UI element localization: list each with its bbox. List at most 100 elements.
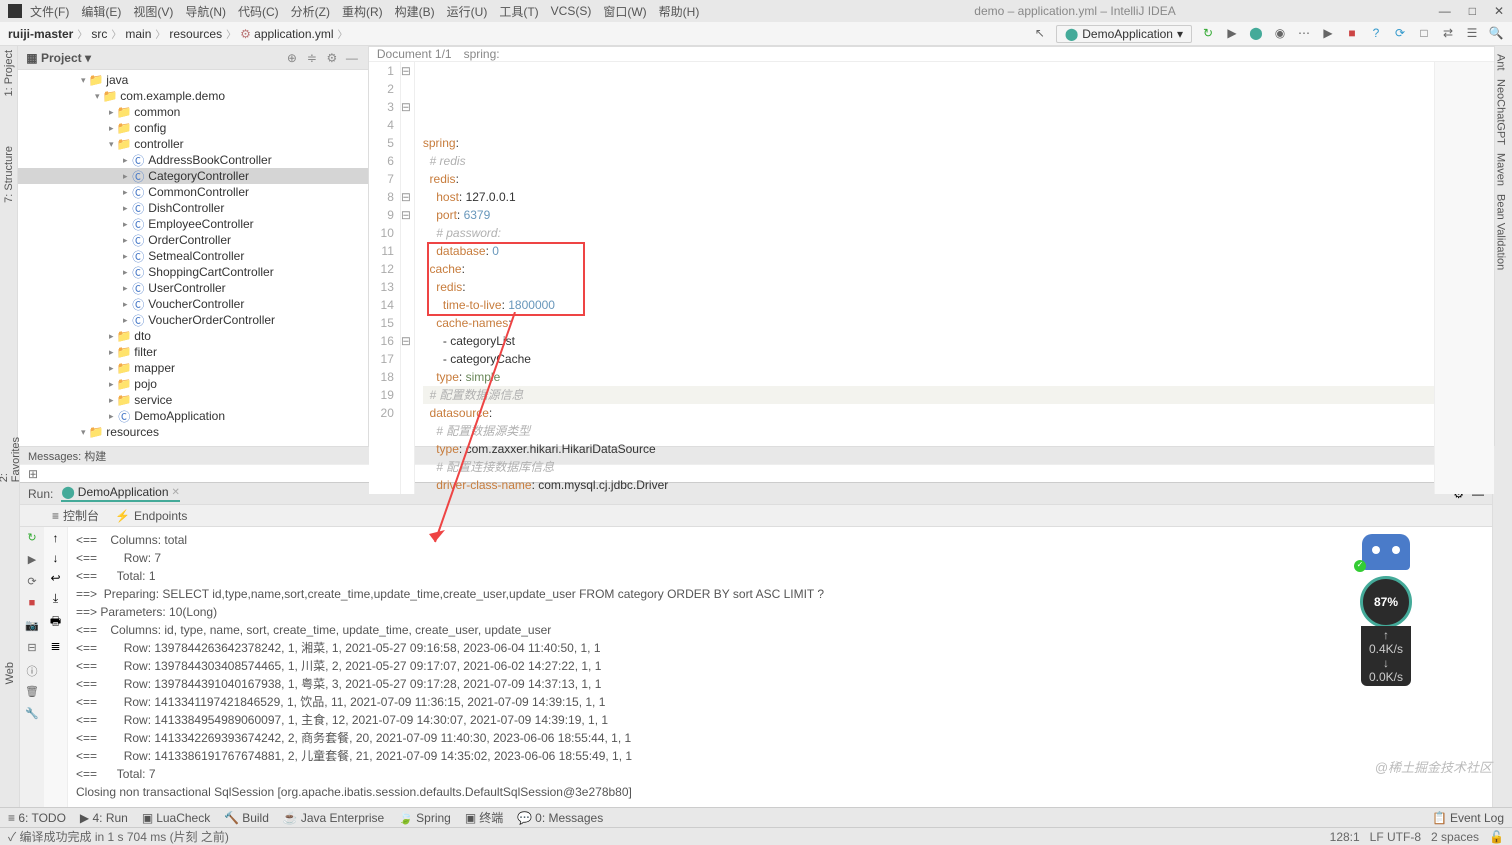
right-rail-bean[interactable]: Bean Validation — [1495, 194, 1507, 270]
bottom-tab-terminal[interactable]: ▣ 终端 — [465, 809, 503, 826]
tool2-icon[interactable]: ⇄ — [1440, 26, 1456, 42]
gear-icon[interactable]: ⚙ — [324, 51, 340, 65]
run-app-tab[interactable]: ⬤DemoApplication✕ — [61, 485, 180, 502]
bottom-tab-luacheck[interactable]: ▣ LuaCheck — [142, 811, 210, 825]
info-icon[interactable]: ⓘ — [24, 663, 40, 679]
tree-SetmealController[interactable]: ▸ⒸSetmealController — [18, 248, 368, 264]
camera-icon[interactable]: 📷 — [24, 619, 40, 635]
print-icon[interactable]: 🖶 — [50, 612, 61, 633]
menu-code[interactable]: 代码(C) — [238, 3, 279, 20]
run-tab-endpoints[interactable]: ⚡ Endpoints — [115, 509, 187, 523]
play2-icon[interactable]: ▶ — [24, 553, 40, 569]
tree-pkg[interactable]: ▾📁com.example.demo — [18, 88, 368, 104]
tree-controller[interactable]: ▾📁controller — [18, 136, 368, 152]
profile-icon[interactable]: ⋯ — [1296, 26, 1312, 42]
refresh-icon[interactable]: ⟳ — [24, 575, 40, 591]
scroll-end-icon[interactable]: ⤓ — [53, 591, 58, 606]
left-rail-web[interactable]: Web — [4, 662, 16, 684]
minimize-icon[interactable]: — — [1439, 4, 1451, 18]
menu-view[interactable]: 视图(V) — [133, 3, 173, 20]
menu-vcs[interactable]: VCS(S) — [551, 4, 592, 18]
crumb-1[interactable]: src — [91, 26, 121, 41]
console-output[interactable]: <== Columns: total<== Row: 7<== Total: 1… — [68, 527, 1492, 807]
update-icon[interactable]: ⟳ — [1392, 26, 1408, 42]
menu-edit[interactable]: 编辑(E) — [81, 3, 121, 20]
bottom-tab-messages[interactable]: 💬 0: Messages — [517, 811, 603, 825]
tree-CategoryController[interactable]: ▸ⒸCategoryController — [18, 168, 368, 184]
search-icon[interactable]: 🔍 — [1488, 26, 1504, 42]
tree-mapper[interactable]: ▸📁mapper — [18, 360, 368, 376]
tree-VoucherOrderController[interactable]: ▸ⒸVoucherOrderController — [18, 312, 368, 328]
right-rail-maven[interactable]: Maven — [1495, 153, 1507, 186]
left-rail-favorites[interactable]: 2: Favorites — [0, 437, 22, 482]
bottom-tab-build[interactable]: 🔨 Build — [224, 811, 269, 825]
assistant-widget[interactable]: ✓ 87% ↑ 0.4K/s ↓ 0.0K/s — [1350, 534, 1422, 686]
stop-icon[interactable]: ■ — [1344, 26, 1360, 42]
crumb-2[interactable]: main — [125, 26, 165, 41]
left-rail-structure[interactable]: 7: Structure — [3, 146, 15, 203]
menu-run[interactable]: 运行(U) — [447, 3, 488, 20]
stop2-icon[interactable]: ■ — [24, 597, 40, 613]
messages-tool-icon[interactable]: ⊞ — [28, 467, 38, 481]
tree-CommonController[interactable]: ▸ⒸCommonController — [18, 184, 368, 200]
debug-icon[interactable]: ⬤ — [1248, 26, 1264, 42]
trash-icon[interactable]: 🗑 — [24, 685, 40, 701]
menu-window[interactable]: 窗口(W) — [603, 3, 646, 20]
up-icon[interactable]: ↑ — [53, 531, 59, 545]
code-editor[interactable]: 1234567891011121314151617181920 ⊟ ⊟ ⊟⊟ ⊟… — [369, 62, 1494, 494]
run-app-close-icon[interactable]: ✕ — [172, 487, 180, 498]
project-tree[interactable]: ▾📁java▾📁com.example.demo▸📁common▸📁config… — [18, 70, 368, 446]
tree-OrderController[interactable]: ▸ⒸOrderController — [18, 232, 368, 248]
tool3-icon[interactable]: ☰ — [1464, 26, 1480, 42]
tree-common[interactable]: ▸📁common — [18, 104, 368, 120]
tree-resources[interactable]: ▾📁resources — [18, 424, 368, 440]
tree-dto[interactable]: ▸📁dto — [18, 328, 368, 344]
status-encoding[interactable]: LF UTF-8 — [1370, 830, 1421, 844]
tree-DishController[interactable]: ▸ⒸDishController — [18, 200, 368, 216]
rerun2-icon[interactable]: ↻ — [24, 531, 40, 547]
right-rail-chatgpt[interactable]: NeoChatGPT — [1495, 79, 1507, 145]
menu-file[interactable]: 文件(F) — [30, 3, 69, 20]
locate-icon[interactable]: ⊕ — [284, 51, 300, 65]
menu-analyze[interactable]: 分析(Z) — [291, 3, 330, 20]
crumb-file[interactable]: ⚙ application.yml — [240, 26, 347, 41]
bottom-tab-todo[interactable]: ≡ 6: TODO — [8, 811, 66, 825]
tree-VoucherController[interactable]: ▸ⒸVoucherController — [18, 296, 368, 312]
menu-nav[interactable]: 导航(N) — [185, 3, 226, 20]
collapse-all-icon[interactable]: ≑ — [304, 51, 320, 65]
down-icon[interactable]: ↓ — [53, 551, 59, 565]
filter-icon[interactable]: ≣ — [50, 639, 60, 653]
tree-java[interactable]: ▾📁java — [18, 72, 368, 88]
tree-demoapp[interactable]: ▸ⒸDemoApplication — [18, 408, 368, 424]
tree-ShoppingCartController[interactable]: ▸ⒸShoppingCartController — [18, 264, 368, 280]
bottom-tab-java-ee[interactable]: ☕ Java Enterprise — [283, 811, 384, 825]
play-icon[interactable]: ▶ — [1224, 26, 1240, 42]
run-tab-console[interactable]: ≡ 控制台 — [52, 507, 99, 524]
tool1-icon[interactable]: □ — [1416, 26, 1432, 42]
bottom-tab-eventlog[interactable]: 📋 Event Log — [1432, 811, 1504, 825]
tree-service[interactable]: ▸📁service — [18, 392, 368, 408]
run-config-selector[interactable]: ⬤DemoApplication ▾ — [1056, 25, 1192, 43]
close-icon[interactable]: ✕ — [1494, 4, 1504, 18]
tree-UserController[interactable]: ▸ⒸUserController — [18, 280, 368, 296]
help-icon[interactable]: ? — [1368, 26, 1384, 42]
tree-AddressBookController[interactable]: ▸ⒸAddressBookController — [18, 152, 368, 168]
status-lock-icon[interactable]: 🔓 — [1489, 830, 1504, 844]
menu-help[interactable]: 帮助(H) — [659, 3, 700, 20]
crumb-3[interactable]: resources — [169, 26, 236, 41]
bottom-tab-run[interactable]: ▶ 4: Run — [80, 811, 128, 825]
attach-icon[interactable]: ▶ — [1320, 26, 1336, 42]
tree-pojo[interactable]: ▸📁pojo — [18, 376, 368, 392]
status-indent[interactable]: 2 spaces — [1431, 830, 1479, 844]
status-pos[interactable]: 128:1 — [1330, 830, 1360, 844]
minimap[interactable] — [1434, 62, 1494, 494]
softwrap-icon[interactable]: ↩ — [50, 571, 60, 585]
right-rail-ant[interactable]: Ant — [1495, 54, 1507, 71]
wrench-icon[interactable]: 🔧 — [24, 707, 40, 723]
tree-EmployeeController[interactable]: ▸ⒸEmployeeController — [18, 216, 368, 232]
hide-icon[interactable]: — — [344, 51, 360, 65]
menu-tools[interactable]: 工具(T) — [499, 3, 538, 20]
run-with-coverage-icon[interactable]: ◉ — [1272, 26, 1288, 42]
rerun-icon[interactable]: ↻ — [1200, 26, 1216, 42]
bottom-tab-spring[interactable]: 🍃 Spring — [398, 811, 451, 825]
